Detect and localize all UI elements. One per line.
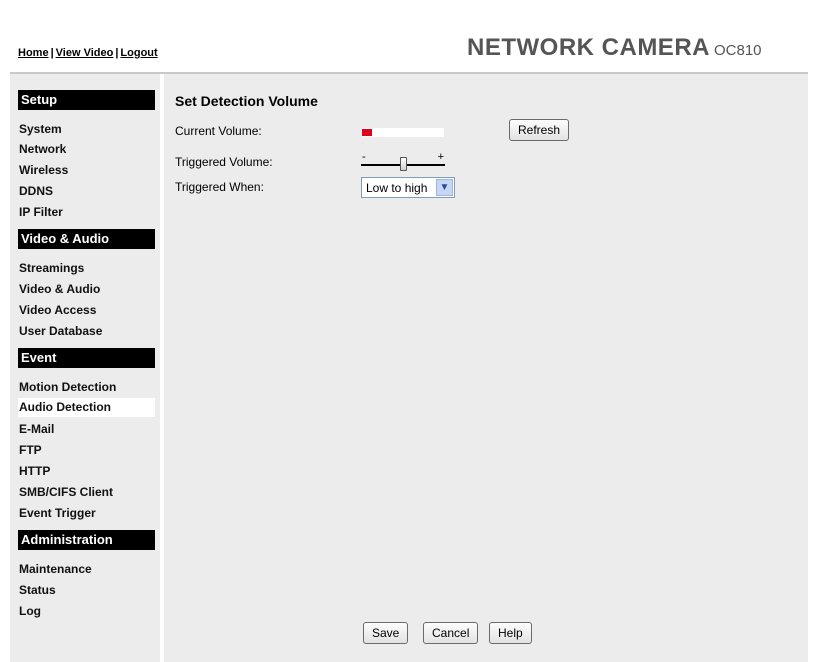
sidebar-item-ddns[interactable]: DDNS bbox=[18, 182, 155, 201]
plus-icon: + bbox=[437, 151, 444, 163]
minus-icon: - bbox=[362, 151, 366, 163]
sidebar-item-ftp[interactable]: FTP bbox=[18, 441, 155, 460]
current-volume-label: Current Volume: bbox=[175, 124, 262, 138]
sidebar-item-status[interactable]: Status bbox=[18, 581, 155, 600]
sidebar-item-http[interactable]: HTTP bbox=[18, 462, 155, 481]
sidebar-item-system[interactable]: System bbox=[18, 120, 155, 139]
page-title: Set Detection Volume bbox=[175, 93, 318, 109]
help-button[interactable]: Help bbox=[489, 622, 532, 644]
triggered-when-value: Low to high bbox=[366, 181, 428, 195]
sidebar-item-log[interactable]: Log bbox=[18, 602, 155, 621]
refresh-button[interactable]: Refresh bbox=[509, 119, 570, 141]
triggered-volume-label: Triggered Volume: bbox=[175, 155, 273, 169]
brand-logo: NETWORK CAMERA OC810 bbox=[467, 34, 762, 62]
sidebar-item-smb-cifs-client[interactable]: SMB/CIFS Client bbox=[18, 483, 155, 502]
sidebar-item-ip-filter[interactable]: IP Filter bbox=[18, 203, 155, 222]
home-link[interactable]: Home bbox=[18, 47, 49, 59]
current-volume-meter bbox=[362, 128, 444, 137]
sidebar-item-video-audio[interactable]: Video & Audio bbox=[18, 280, 155, 299]
sidebar-item-maintenance[interactable]: Maintenance bbox=[18, 560, 155, 579]
brand-name: NETWORK CAMERA bbox=[467, 34, 710, 61]
section-header-setup: Setup bbox=[18, 90, 155, 110]
main-panel: Set Detection Volume Current Volume: Ref… bbox=[164, 74, 808, 662]
model-name: OC810 bbox=[713, 42, 762, 59]
sidebar-item-event-trigger[interactable]: Event Trigger bbox=[18, 504, 155, 523]
cancel-button[interactable]: Cancel bbox=[423, 622, 479, 644]
triggered-volume-slider[interactable]: - + bbox=[361, 151, 445, 174]
sidebar-item-video-access[interactable]: Video Access bbox=[18, 301, 155, 320]
section-header-video-audio: Video & Audio bbox=[18, 229, 155, 249]
sidebar-item-motion-detection[interactable]: Motion Detection bbox=[18, 378, 155, 397]
sidebar-item-network[interactable]: Network bbox=[18, 140, 155, 159]
sidebar-item-wireless[interactable]: Wireless bbox=[18, 161, 155, 180]
sidebar: Setup System Network Wireless DDNS IP Fi… bbox=[10, 74, 160, 662]
triggered-when-label: Triggered When: bbox=[175, 180, 264, 194]
sidebar-item-user-database[interactable]: User Database bbox=[18, 322, 155, 341]
view-video-link[interactable]: View Video bbox=[56, 47, 114, 59]
sidebar-item-email[interactable]: E-Mail bbox=[18, 420, 155, 439]
chevron-down-icon[interactable]: ▼ bbox=[436, 179, 453, 196]
logout-link[interactable]: Logout bbox=[120, 47, 157, 59]
page-header: Home | View Video | Logout NETWORK CAMERA OC8… bbox=[0, 0, 818, 74]
section-header-event: Event bbox=[18, 348, 155, 368]
sidebar-item-audio-detection[interactable]: Audio Detection bbox=[18, 398, 155, 417]
save-button[interactable]: Save bbox=[363, 622, 409, 644]
triggered-when-select[interactable]: Low to high ▼ bbox=[361, 177, 455, 198]
sidebar-item-streamings[interactable]: Streamings bbox=[18, 259, 155, 278]
current-volume-fill bbox=[362, 129, 372, 136]
link-separator: | bbox=[115, 47, 119, 59]
section-header-administration: Administration bbox=[18, 530, 155, 550]
link-separator: | bbox=[50, 47, 54, 59]
slider-thumb[interactable] bbox=[400, 157, 407, 171]
top-nav: Home | View Video | Logout bbox=[18, 47, 158, 59]
